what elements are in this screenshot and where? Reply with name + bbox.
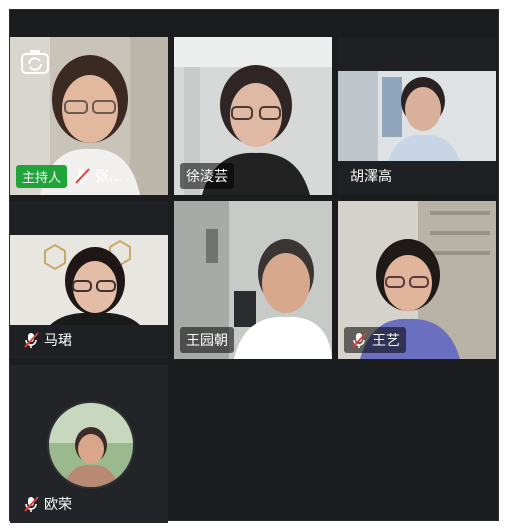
mic-muted-icon — [22, 495, 40, 513]
participant-tile[interactable]: 马珺 — [10, 201, 168, 359]
nameplate: 王艺 — [344, 327, 406, 353]
participant-name: 徐淩芸 — [186, 169, 228, 185]
nameplate: 欧荣 — [16, 491, 78, 517]
nameplate: 王园朝 — [180, 327, 234, 353]
participant-tile[interactable]: 胡澤高 — [338, 37, 496, 195]
participant-name: 马珺 — [44, 333, 72, 349]
participant-tile[interactable]: 徐淩芸 — [174, 37, 332, 195]
nameplate: 马珺 — [16, 327, 78, 353]
mic-muted-icon — [73, 167, 91, 185]
avatar — [47, 401, 135, 489]
nameplate: 主持人 张... — [16, 163, 128, 189]
nameplate: 徐淩芸 — [180, 163, 234, 189]
participant-name: 王园朝 — [186, 333, 228, 349]
participant-tile-avatar[interactable]: 欧荣 — [10, 365, 168, 523]
participant-name: 胡澤高 — [350, 169, 392, 185]
participant-name: 王艺 — [372, 333, 400, 349]
camera-switch-icon[interactable] — [20, 47, 50, 77]
participant-tile[interactable]: 王艺 — [338, 201, 496, 359]
meeting-grid: 主持人 张... 徐淩芸 胡澤高 马珺 王园朝 王艺 欧荣 — [9, 9, 499, 523]
mic-muted-icon — [350, 331, 368, 349]
participant-name: 张... — [95, 169, 123, 185]
nameplate: 胡澤高 — [344, 163, 398, 189]
participant-tile-host[interactable]: 主持人 张... — [10, 37, 168, 195]
mic-muted-icon — [22, 331, 40, 349]
participant-name: 欧荣 — [44, 497, 72, 513]
participant-tile-active-speaker[interactable]: 王园朝 — [174, 201, 332, 359]
host-badge: 主持人 — [16, 164, 68, 188]
